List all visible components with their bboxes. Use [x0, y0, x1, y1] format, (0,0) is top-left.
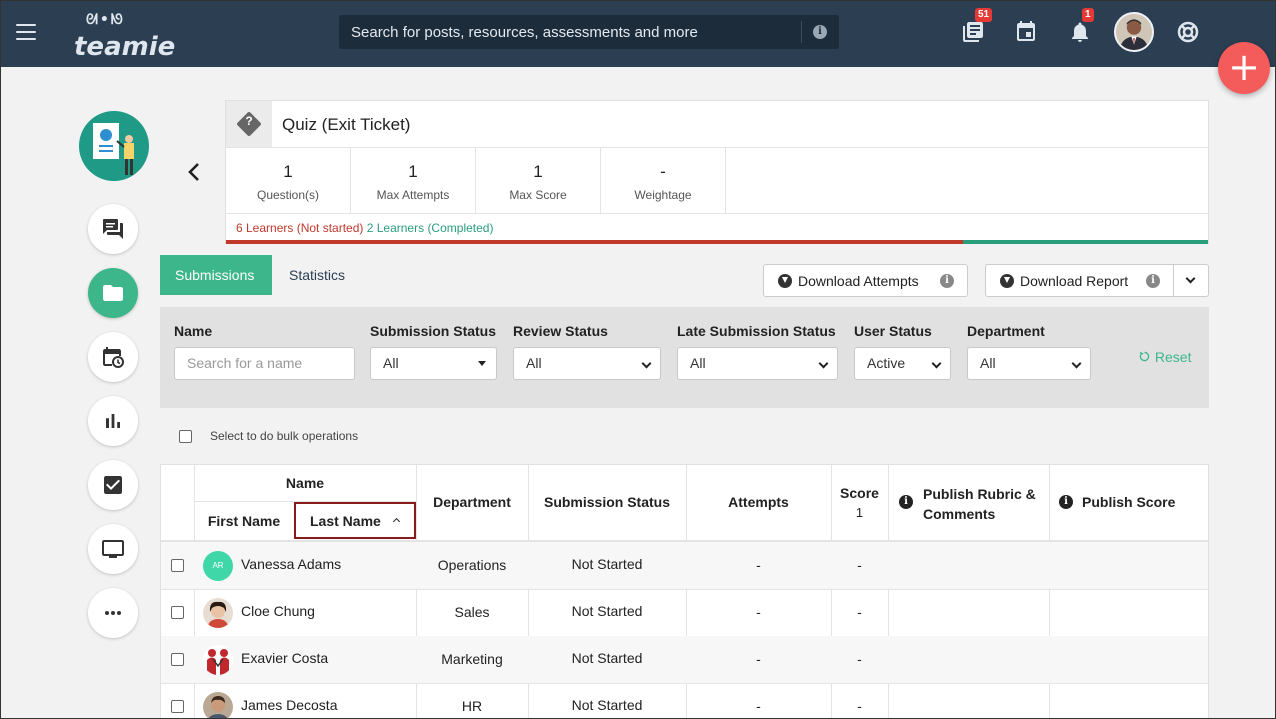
back-chevron-icon[interactable]: [184, 160, 204, 184]
notifications-badge: 1: [1082, 8, 1094, 22]
score-max: 1: [855, 505, 864, 520]
progress-not-started-segment: [226, 240, 963, 244]
help-lifebuoy-icon[interactable]: [1176, 20, 1200, 44]
table-row[interactable]: AR Vanessa Adams Operations Not Started …: [161, 542, 1208, 589]
discussions-icon[interactable]: [88, 204, 138, 254]
tab-submissions[interactable]: Submissions: [160, 255, 272, 295]
download-icon: [778, 274, 792, 288]
department-header: Department: [433, 494, 511, 510]
filters-panel: Name Search for a name Submission Status…: [160, 307, 1209, 408]
row-checkbox[interactable]: [171, 606, 184, 619]
user-status-select[interactable]: Active: [854, 347, 951, 380]
quiz-title: Quiz (Exit Ticket): [282, 115, 411, 134]
search-input[interactable]: [339, 15, 801, 49]
department-select[interactable]: All: [967, 347, 1091, 380]
bulk-select-checkbox[interactable]: [179, 430, 192, 443]
last-name-sort-header[interactable]: Last Name: [294, 502, 416, 539]
chevron-down-icon: [1185, 273, 1196, 284]
top-navigation-bar: ᘛ•ᘚ teamie i 51 1: [0, 0, 1276, 67]
info-icon[interactable]: i: [899, 495, 913, 509]
tasks-checkbox-icon[interactable]: [88, 460, 138, 510]
table-row[interactable]: James Decosta HR Not Started - -: [161, 683, 1208, 719]
not-started-count[interactable]: 6 Learners (Not started): [236, 221, 363, 235]
name-header: Name: [285, 475, 325, 491]
stat-weightage: - Weightage: [601, 148, 726, 213]
tab-statistics[interactable]: Statistics: [274, 255, 360, 295]
score-header: Score: [840, 485, 879, 501]
row-checkbox[interactable]: [171, 700, 184, 713]
publish-rubric-header: Publish Rubric & Comments: [923, 486, 1036, 522]
stat-questions: 1 Question(s): [226, 148, 351, 213]
learner-name[interactable]: James Decosta: [241, 697, 337, 713]
course-logo[interactable]: [79, 111, 149, 181]
reset-filters-button[interactable]: Reset: [1138, 349, 1191, 365]
attempts-header: Attempts: [728, 494, 789, 510]
analytics-bar-chart-icon[interactable]: [88, 396, 138, 446]
reset-icon: [1139, 351, 1150, 362]
stat-max-attempts: 1 Max Attempts: [351, 148, 476, 213]
download-attempts-button[interactable]: Download Attempts i: [763, 264, 968, 297]
download-report-button[interactable]: Download Report i: [985, 264, 1174, 297]
row-checkbox[interactable]: [171, 559, 184, 572]
avatar: AR: [203, 551, 233, 581]
quiz-summary-card: ? Quiz (Exit Ticket) 1 Question(s) 1 Max A…: [225, 100, 1209, 244]
publish-score-header: Publish Score: [1082, 494, 1176, 510]
global-search: i: [339, 15, 839, 49]
completed-count[interactable]: 2 Learners (Completed): [367, 221, 494, 235]
late-submission-status-select[interactable]: All: [677, 347, 838, 380]
more-ellipsis-icon[interactable]: [88, 588, 138, 638]
notifications-bell-icon[interactable]: 1: [1068, 8, 1094, 44]
stat-max-score: 1 Max Score: [476, 148, 601, 213]
name-search-input[interactable]: Search for a name: [174, 347, 355, 380]
avatar: [203, 645, 233, 675]
table-row[interactable]: Cloe Chung Sales Not Started - -: [161, 589, 1208, 636]
resources-icon[interactable]: 51: [961, 8, 993, 44]
submission-status-header: Submission Status: [543, 494, 671, 510]
info-icon[interactable]: i: [940, 274, 954, 288]
learner-name[interactable]: Cloe Chung: [241, 603, 315, 619]
classroom-monitor-icon[interactable]: [88, 524, 138, 574]
create-plus-button[interactable]: +: [1218, 42, 1270, 94]
resources-badge: 51: [975, 8, 993, 22]
learner-name[interactable]: Vanessa Adams: [241, 556, 341, 572]
schedule-calendar-icon[interactable]: [88, 332, 138, 382]
review-status-select[interactable]: All: [513, 347, 661, 380]
learner-progress-summary: 6 Learners (Not started) 2 Learners (Com…: [236, 221, 493, 235]
submission-status-select[interactable]: All: [370, 347, 497, 380]
info-icon[interactable]: i: [813, 25, 827, 39]
first-name-header[interactable]: First Name: [194, 513, 294, 529]
table-row[interactable]: Exavier Costa Marketing Not Started - -: [161, 636, 1208, 683]
download-report-dropdown-button[interactable]: [1173, 264, 1209, 297]
row-checkbox[interactable]: [171, 653, 184, 666]
menu-icon[interactable]: [16, 24, 36, 40]
progress-completed-segment: [963, 240, 1208, 244]
learner-name[interactable]: Exavier Costa: [241, 650, 328, 666]
avatar: [203, 692, 233, 719]
avatar: [203, 598, 233, 628]
sort-ascending-icon: [392, 517, 401, 526]
quiz-question-icon: ?: [226, 101, 272, 147]
submissions-table: Name First Name Last Name Department Sub…: [160, 464, 1209, 719]
user-avatar[interactable]: [1114, 12, 1154, 52]
resources-folder-icon[interactable]: [88, 268, 138, 318]
calendar-icon[interactable]: [1014, 20, 1038, 44]
info-icon[interactable]: i: [1146, 274, 1160, 288]
info-icon[interactable]: i: [1059, 495, 1073, 509]
download-icon: [1000, 274, 1014, 288]
